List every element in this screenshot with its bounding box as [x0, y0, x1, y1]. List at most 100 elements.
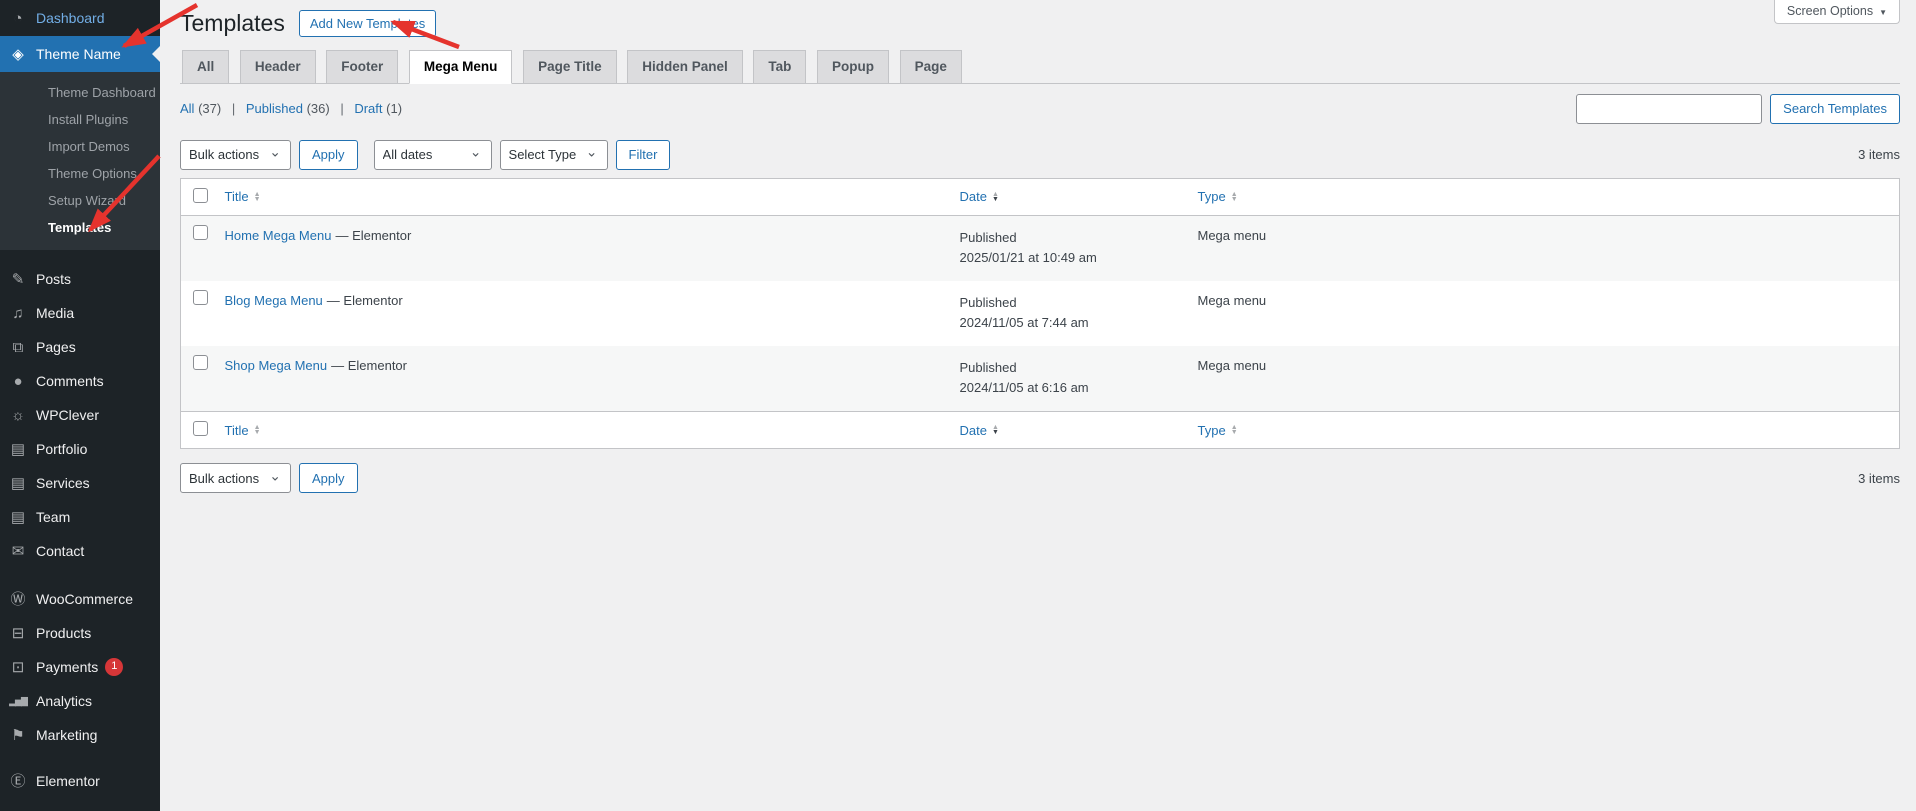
chevron-down-icon: ▼: [1879, 8, 1887, 17]
submenu-item-setup-wizard[interactable]: Setup Wizard: [0, 187, 160, 214]
screen-options-label: Screen Options: [1786, 4, 1874, 18]
view-all-count: (37): [198, 101, 222, 117]
tab-header[interactable]: Header: [239, 49, 316, 84]
select-type-select[interactable]: Select Type: [499, 139, 608, 170]
folder-icon: ▤: [10, 508, 26, 526]
select-all-checkbox[interactable]: [193, 421, 208, 437]
view-published-count: (36): [306, 101, 330, 117]
sidebar-item-elementor[interactable]: Ⓔ Elementor: [0, 764, 160, 798]
column-date-label: Date: [959, 422, 987, 438]
row-type: Mega menu: [1197, 358, 1267, 374]
submenu-item-import-demos[interactable]: Import Demos: [0, 133, 160, 160]
sort-by-title[interactable]: Title ▲ ▼: [225, 423, 261, 438]
sort-arrows-icon: ▲ ▼: [253, 424, 261, 437]
sidebar-item-dashboard[interactable]: ◔ Dashboard: [0, 0, 160, 36]
apply-button[interactable]: Apply: [299, 139, 358, 170]
tab-popup[interactable]: Popup: [816, 49, 889, 84]
view-published-link[interactable]: Published: [246, 101, 303, 116]
products-box-icon: ⊟: [11, 624, 25, 642]
view-all-link[interactable]: All: [180, 101, 194, 116]
tab-page-title[interactable]: Page Title: [523, 49, 617, 84]
bulk-actions-select[interactable]: Bulk actions: [180, 139, 291, 170]
megaphone-icon: ⚑: [11, 726, 25, 744]
tab-hidden-panel[interactable]: Hidden Panel: [627, 49, 743, 84]
search-templates-button[interactable]: Search Templates: [1770, 93, 1900, 124]
sort-by-date[interactable]: Date ▲ ▼: [960, 189, 999, 204]
sidebar-item-media[interactable]: ♫ Media: [0, 296, 160, 330]
sidebar-item-label: Analytics: [36, 693, 93, 709]
row-status: Published: [959, 360, 1017, 376]
sidebar-item-label: Portfolio: [36, 441, 88, 457]
payments-notification-badge: 1: [105, 658, 124, 676]
template-title-suffix: — Elementor: [326, 292, 403, 308]
submenu-item-templates[interactable]: Templates: [0, 214, 160, 241]
sidebar-item-portfolio[interactable]: ▤ Portfolio: [0, 432, 160, 466]
row-date: 2024/11/05 at 7:44 am: [959, 315, 1089, 331]
sidebar-item-analytics[interactable]: ▂▅▇ Analytics: [0, 684, 160, 718]
tab-tab[interactable]: Tab: [753, 49, 807, 84]
sort-arrows-icon: ▲ ▼: [991, 424, 999, 437]
sidebar-item-label: WooCommerce: [36, 591, 133, 607]
pages-icon: ⧉: [12, 338, 24, 356]
select-all-checkbox[interactable]: [193, 187, 208, 203]
sidebar-item-marketing[interactable]: ⚑ Marketing: [0, 718, 160, 752]
sort-by-type[interactable]: Type ▲ ▼: [1198, 189, 1238, 204]
template-title-link[interactable]: Blog Mega Menu: [225, 293, 323, 308]
sidebar-item-products[interactable]: ⊟ Products: [0, 616, 160, 650]
tab-all[interactable]: All: [182, 49, 230, 84]
submenu-item-install-plugins[interactable]: Install Plugins: [0, 106, 160, 133]
sidebar-item-label: Dashboard: [36, 10, 105, 26]
sidebar-item-team[interactable]: ▤ Team: [0, 500, 160, 534]
sidebar-item-label: Products: [36, 625, 92, 641]
items-count: 3 items: [1858, 470, 1900, 486]
row-checkbox[interactable]: [193, 355, 208, 371]
column-type-label: Type: [1197, 189, 1226, 205]
column-title-label: Title: [224, 189, 249, 205]
sidebar-item-woocommerce[interactable]: Ⓦ WooCommerce: [0, 582, 160, 616]
sidebar-item-wpclever[interactable]: ☼ WPClever: [0, 398, 160, 432]
sort-by-date[interactable]: Date ▲ ▼: [960, 423, 999, 438]
sidebar-item-theme-name[interactable]: ◈ Theme Name: [0, 36, 160, 72]
sidebar-item-contact[interactable]: ✉ Contact: [0, 534, 160, 568]
sidebar-item-label: Elementor: [36, 773, 100, 789]
bulk-actions-select-bottom[interactable]: Bulk actions: [180, 463, 291, 494]
sort-by-type[interactable]: Type ▲ ▼: [1198, 423, 1238, 438]
all-dates-select[interactable]: All dates: [373, 139, 492, 170]
screen-options-button[interactable]: Screen Options ▼: [1773, 0, 1900, 24]
select-type-wrap: Select Type: [499, 139, 608, 170]
status-filter-links: All (37) | Published (36) | Draft (1): [180, 101, 402, 116]
filter-button[interactable]: Filter: [615, 139, 671, 170]
submenu-item-theme-dashboard[interactable]: Theme Dashboard: [0, 79, 160, 106]
table-row: Shop Mega Menu — Elementor Published 2024…: [180, 346, 1900, 412]
tab-mega-menu[interactable]: Mega Menu: [408, 49, 513, 84]
sidebar-item-label: Pages: [36, 339, 76, 355]
template-type-tabs: All Header Footer Mega Menu Page Title H…: [180, 49, 1900, 84]
search-box: Search Templates: [1576, 93, 1900, 124]
sidebar-item-services[interactable]: ▤ Services: [0, 466, 160, 500]
row-checkbox[interactable]: [193, 224, 208, 240]
sort-by-title[interactable]: Title ▲ ▼: [225, 189, 261, 204]
sidebar-item-pages[interactable]: ⧉ Pages: [0, 330, 160, 364]
sidebar-item-label: WPClever: [36, 407, 100, 423]
add-new-templates-button[interactable]: Add New Templates: [298, 10, 437, 38]
template-title-link[interactable]: Home Mega Menu: [225, 228, 332, 243]
sidebar-item-posts[interactable]: ✎ Posts: [0, 262, 160, 296]
sidebar-item-comments[interactable]: ● Comments: [0, 364, 160, 398]
sort-arrows-icon: ▲ ▼: [253, 190, 261, 203]
sidebar-item-label: Posts: [36, 271, 72, 287]
posts-icon: ✎: [11, 270, 25, 288]
items-count: 3 items: [1858, 147, 1900, 163]
template-title-link[interactable]: Shop Mega Menu: [225, 358, 328, 373]
sidebar-item-payments[interactable]: ⊡ Payments 1: [0, 650, 160, 684]
tab-page[interactable]: Page: [899, 49, 962, 84]
search-templates-input[interactable]: [1576, 93, 1763, 124]
row-checkbox[interactable]: [193, 289, 208, 305]
row-type: Mega menu: [1197, 227, 1267, 243]
sidebar-item-label: Media: [36, 305, 75, 321]
view-draft-link[interactable]: Draft: [354, 101, 382, 116]
apply-button-bottom[interactable]: Apply: [299, 463, 358, 494]
sidebar-item-label: Comments: [36, 373, 104, 389]
submenu-item-theme-options[interactable]: Theme Options: [0, 160, 160, 187]
tab-footer[interactable]: Footer: [326, 49, 399, 84]
template-title-suffix: — Elementor: [335, 227, 412, 243]
